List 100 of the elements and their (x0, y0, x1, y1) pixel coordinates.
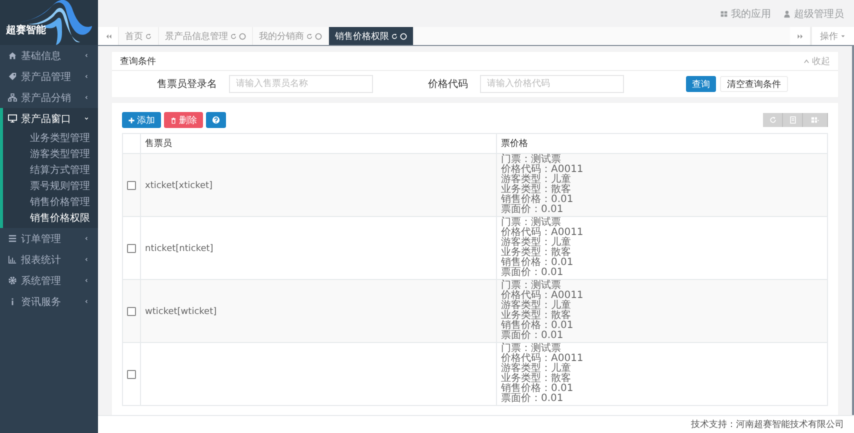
panel-title: 查询条件 (120, 56, 156, 68)
search-button[interactable]: 查询 (686, 76, 716, 92)
plus-icon (128, 116, 135, 124)
sidebar-item[interactable]: 订单管理 (0, 228, 98, 249)
chevron-left-icon (83, 277, 90, 284)
trash-icon (170, 116, 177, 124)
sitemap-icon (8, 93, 17, 102)
refresh-icon (306, 32, 313, 40)
checkbox[interactable] (127, 306, 136, 316)
refresh-icon (230, 32, 237, 40)
tag-icon (8, 72, 17, 81)
list-icon (8, 234, 17, 243)
price-detail: 票面价：0.01 (501, 330, 564, 341)
price-detail: 游客类型：儿童 (501, 363, 571, 374)
field-label: 售票员登录名 (156, 78, 218, 91)
monitor-icon (8, 114, 17, 123)
refresh-button[interactable] (763, 113, 783, 127)
footer-text: 技术支持：河南超赛智能技术有限公司 (691, 418, 844, 431)
tab[interactable]: 首页 (119, 27, 159, 45)
chevron-down-icon (83, 115, 90, 122)
user-menu[interactable]: 超级管理员 (783, 6, 844, 20)
sidebar-subitem[interactable]: 销售价格权限 (3, 209, 98, 225)
price-detail: 业务类型：散客 (501, 247, 571, 258)
field-label: 价格代码 (427, 78, 469, 91)
tab[interactable]: 景产品信息管理 (159, 27, 253, 45)
price-detail: 业务类型：散客 (501, 373, 571, 384)
input-field[interactable]: 请输入价格代码 (480, 75, 624, 93)
operations-menu[interactable]: 操作 (811, 27, 854, 45)
clear-button[interactable]: 清空查询条件 (720, 76, 788, 92)
sidebar-item[interactable]: 报表统计 (0, 249, 98, 270)
sidebar-item[interactable]: 资讯服务 (0, 291, 98, 312)
price-detail: 票面价：0.01 (501, 204, 564, 215)
price-detail: 销售价格：0.01 (501, 320, 574, 331)
column-header: 票价格 (501, 139, 528, 149)
sidebar-subitem[interactable]: 结算方式管理 (3, 161, 98, 177)
price-detail: 价格代码：A0011 (501, 290, 584, 301)
price-detail: 业务类型：散客 (501, 310, 571, 321)
price-detail: 业务类型：散客 (501, 184, 571, 195)
input-field[interactable]: 请输入售票员名称 (229, 75, 373, 93)
scroll-right-button[interactable] (790, 27, 811, 45)
checkbox[interactable] (127, 180, 136, 190)
refresh-icon (391, 32, 398, 40)
grid-icon (810, 116, 820, 124)
price-detail: 销售价格：0.01 (501, 194, 574, 205)
sidebar-item[interactable]: 景产品分销 (0, 87, 98, 108)
windows-icon (720, 10, 728, 18)
price-detail: 门票：测试票 (501, 280, 561, 291)
sidebar-item[interactable]: 基础信息 (0, 45, 98, 66)
chevron-left-icon (83, 52, 90, 59)
price-detail: 游客类型：儿童 (501, 300, 571, 311)
sidebar-item[interactable]: 景产品管理 (0, 66, 98, 87)
price-detail: 游客类型：儿童 (501, 174, 571, 185)
sidebar-item[interactable]: 系统管理 (0, 270, 98, 291)
price-detail: 门票：测试票 (501, 217, 561, 228)
list-icon (788, 116, 796, 124)
price-detail: 门票：测试票 (501, 154, 561, 165)
sidebar-item[interactable]: 景产品窗口 (0, 108, 98, 129)
checkbox[interactable] (127, 244, 136, 252)
caret-icon (840, 33, 846, 39)
chevron-left-icon (83, 298, 90, 305)
chevron-left-icon (83, 73, 90, 80)
price-detail: 价格代码：A0011 (501, 164, 584, 175)
tab[interactable]: 销售价格权限 (329, 27, 414, 45)
seller-cell: wticket[wticket] (145, 306, 217, 316)
delete-button[interactable]: 删除 (164, 112, 203, 128)
scroll-left-button[interactable] (98, 27, 119, 45)
logo-text: 超赛智能 (6, 23, 46, 37)
add-button[interactable]: 添加 (122, 112, 161, 128)
toggle-view-button[interactable] (783, 113, 803, 127)
price-detail: 票面价：0.01 (501, 393, 564, 404)
gear-icon (8, 276, 17, 285)
checkbox[interactable] (127, 370, 136, 378)
price-detail: 价格代码：A0011 (501, 353, 584, 364)
seller-cell: nticket[nticket] (145, 244, 214, 254)
price-detail: 游客类型：儿童 (501, 237, 571, 248)
price-detail: 票面价：0.01 (501, 267, 564, 278)
seller-cell: xticket[xticket] (145, 180, 213, 190)
chevron-up-icon (803, 58, 810, 64)
price-detail: 门票：测试票 (501, 343, 561, 354)
price-detail: 销售价格：0.01 (501, 257, 574, 268)
bar-chart-icon (8, 255, 17, 264)
price-detail: 销售价格：0.01 (501, 383, 574, 394)
sidebar-subitem[interactable]: 销售价格管理 (3, 193, 98, 209)
sidebar-subitem[interactable]: 业务类型管理 (3, 129, 98, 145)
chevron-left-icon (83, 256, 90, 263)
columns-button[interactable] (803, 113, 828, 127)
sidebar-subitem[interactable]: 票号规则管理 (3, 177, 98, 193)
apps-link[interactable]: 我的应用 (720, 6, 771, 20)
chevron-left-icon (83, 94, 90, 101)
help-button[interactable] (206, 112, 226, 128)
user-icon (783, 10, 791, 18)
column-header: 售票员 (145, 139, 172, 149)
double-left-icon (104, 32, 112, 40)
refresh-icon (145, 32, 152, 40)
refresh-icon (768, 116, 776, 124)
sidebar-subitem[interactable]: 游客类型管理 (3, 145, 98, 161)
home-icon (8, 51, 17, 60)
chevron-left-icon (83, 235, 90, 242)
double-right-icon (796, 32, 804, 40)
price-detail: 价格代码：A0011 (501, 227, 584, 238)
